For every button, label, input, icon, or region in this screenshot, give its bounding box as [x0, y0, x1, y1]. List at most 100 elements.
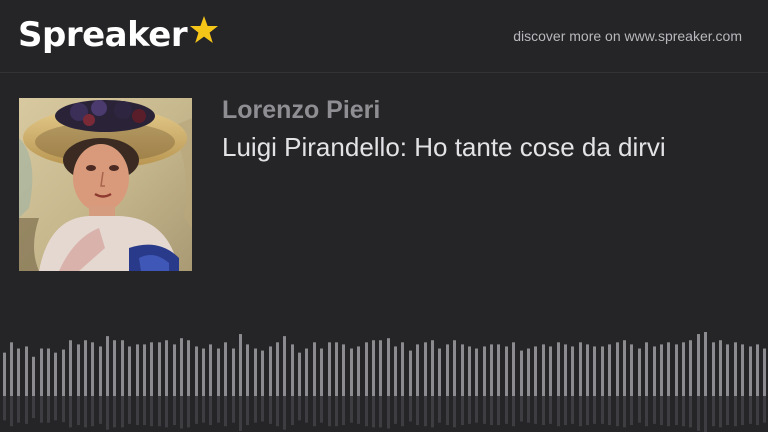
waveform-bar: [601, 346, 604, 396]
waveform-bar-reflection: [25, 396, 28, 424]
waveform-bar: [40, 348, 43, 396]
waveform-bar-reflection: [497, 396, 500, 426]
waveform-bar-reflection: [40, 396, 43, 423]
waveform-bar: [387, 338, 390, 396]
waveform-bar-reflection: [158, 396, 161, 427]
waveform-bar-reflection: [653, 396, 656, 424]
waveform-bar-reflection: [69, 396, 72, 428]
waveform-bar: [180, 338, 183, 396]
waveform-bar: [623, 340, 626, 396]
waveform-bar-reflection: [298, 396, 301, 421]
waveform-bar-reflection: [342, 396, 345, 426]
waveform-bar-reflection: [136, 396, 139, 426]
waveform-bar: [357, 346, 360, 396]
waveform-bar-reflection: [246, 396, 249, 426]
waveform-bar: [99, 346, 102, 396]
waveform-bar: [239, 334, 242, 396]
waveform-bar: [335, 342, 338, 396]
waveform-bar-reflection: [579, 396, 582, 427]
waveform-bar: [483, 346, 486, 396]
waveform-bar: [468, 346, 471, 396]
waveform-bar-reflection: [468, 396, 471, 424]
waveform-bar: [734, 342, 737, 396]
waveform-bar: [726, 344, 729, 396]
waveform-bar: [106, 336, 109, 396]
waveform-bar-reflection: [726, 396, 729, 426]
waveform-bar-reflection: [416, 396, 419, 426]
logo-wordmark: Spreaker: [18, 15, 188, 55]
waveform-bar: [25, 346, 28, 396]
waveform-bar: [158, 342, 161, 396]
waveform-bar-reflection: [697, 396, 700, 431]
waveform-bar-reflection: [91, 396, 94, 427]
waveform-bar: [47, 348, 50, 396]
waveform-bar: [446, 344, 449, 396]
waveform-bar-reflection: [173, 396, 176, 426]
waveform-bar-reflection: [534, 396, 537, 424]
waveform-bar-reflection: [557, 396, 560, 427]
waveform-bar-reflection: [741, 396, 744, 426]
waveform-bar-reflection: [379, 396, 382, 428]
waveform-bar: [497, 344, 500, 396]
waveform-bar: [77, 344, 80, 396]
waveform-bar-reflection: [616, 396, 619, 427]
waveform-bar: [689, 340, 692, 396]
waveform-bar: [246, 344, 249, 396]
waveform-bar-reflection: [483, 396, 486, 424]
waveform-bar-reflection: [542, 396, 545, 426]
waveform-bar: [438, 348, 441, 396]
waveform-bar-reflection: [372, 396, 375, 428]
waveform-bar-reflection: [667, 396, 670, 427]
waveform-bar: [712, 342, 715, 396]
waveform-bar: [121, 340, 124, 396]
waveform-bar-reflection: [409, 396, 412, 422]
waveform-bar: [54, 352, 57, 396]
waveform-bar-reflection: [113, 396, 116, 428]
waveform-bar-reflection: [571, 396, 574, 424]
waveform-bar-reflection: [394, 396, 397, 424]
waveform-bar-reflection: [283, 396, 286, 430]
waveform-bar: [32, 356, 35, 396]
waveform-bar: [394, 346, 397, 396]
waveform-bar: [350, 348, 353, 396]
waveform-bar: [62, 349, 65, 396]
waveform-bar: [261, 350, 264, 396]
waveform-bar-reflection: [689, 396, 692, 428]
audio-waveform[interactable]: [0, 296, 768, 432]
waveform-bar-reflection: [446, 396, 449, 426]
waveform-bar: [505, 346, 508, 396]
waveform-bar: [557, 342, 560, 396]
waveform-bar-reflection: [712, 396, 715, 427]
waveform-bar: [209, 344, 212, 396]
waveform-bar-reflection: [357, 396, 360, 424]
waveform-bar: [542, 344, 545, 396]
discover-more-link[interactable]: discover more on www.spreaker.com: [513, 27, 742, 45]
waveform-bar-reflection: [623, 396, 626, 428]
waveform-bar: [187, 340, 190, 396]
waveform-bar-reflection: [505, 396, 508, 424]
waveform-bar: [741, 344, 744, 396]
waveform-bar: [128, 346, 131, 396]
header-bar: Spreaker discover more on www.spreaker.c…: [0, 0, 768, 73]
waveform-bar-reflection: [608, 396, 611, 426]
waveform-bar: [202, 348, 205, 396]
waveform-bar: [313, 342, 316, 396]
waveform-bar-reflection: [320, 396, 323, 423]
waveform-bar-reflection: [365, 396, 368, 427]
episode-cover-image: [19, 98, 192, 271]
waveform-bar-reflection: [512, 396, 515, 427]
waveform-bar-reflection: [453, 396, 456, 428]
waveform-bar-reflection: [209, 396, 212, 426]
waveform-bar-reflection: [202, 396, 205, 423]
waveform-bar: [283, 336, 286, 396]
waveform-bar-reflection: [84, 396, 87, 428]
waveform-bar-reflection: [734, 396, 737, 427]
spreaker-logo[interactable]: Spreaker: [18, 12, 219, 58]
waveform-bar-reflection: [527, 396, 530, 423]
waveform-bar-reflection: [224, 396, 227, 427]
author-name[interactable]: Lorenzo Pieri: [222, 94, 380, 126]
waveform-bar-reflection: [586, 396, 589, 426]
episode-title[interactable]: Luigi Pirandello: Ho tante cose da dirvi: [222, 130, 666, 164]
waveform-bar-reflection: [3, 396, 6, 421]
waveform-bar-reflection: [438, 396, 441, 423]
